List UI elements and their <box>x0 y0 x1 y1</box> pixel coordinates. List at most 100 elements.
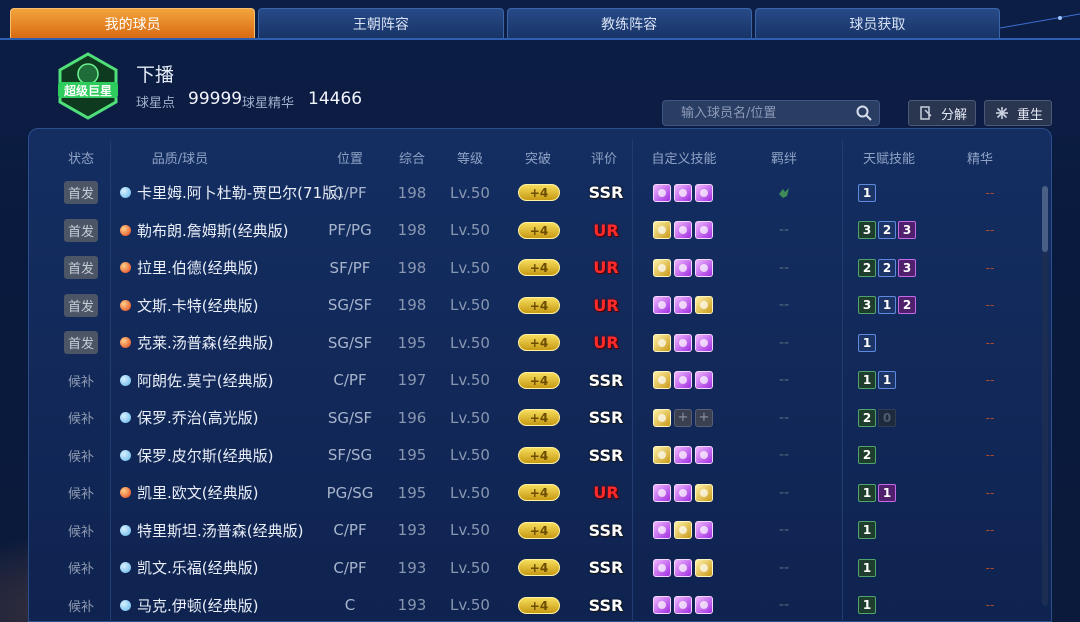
tab-dynasty-lineup[interactable]: 王朝阵容 <box>258 8 504 38</box>
gold-skill-icon[interactable] <box>695 558 713 577</box>
rebirth-button[interactable]: 重生 <box>984 100 1052 126</box>
talent-badge[interactable]: 3 <box>858 221 876 239</box>
search-icon[interactable] <box>856 105 872 121</box>
purple-skill-icon[interactable] <box>653 483 671 502</box>
purple-skill-icon[interactable] <box>695 446 713 464</box>
scrollbar-thumb[interactable] <box>1042 186 1048 252</box>
purple-skill-icon[interactable] <box>674 596 692 614</box>
player-name-cell[interactable]: 特里斯坦.汤普森(经典版) <box>120 512 350 549</box>
purple-skill-icon[interactable] <box>674 483 692 502</box>
table-row[interactable]: 候补 马克.伊顿(经典版) C 193 Lv.50 +4 SSR -- 1 -- <box>40 587 1040 622</box>
purple-skill-icon[interactable] <box>674 258 692 277</box>
talent-badge[interactable]: 1 <box>878 483 896 502</box>
purple-skill-icon[interactable] <box>695 521 713 539</box>
purple-skill-icon[interactable] <box>695 371 713 389</box>
purple-skill-icon[interactable] <box>674 296 692 314</box>
talent-badge[interactable]: 1 <box>878 296 896 314</box>
player-name-cell[interactable]: 拉里.伯德(经典版) <box>120 249 350 286</box>
purple-skill-icon[interactable] <box>695 221 713 239</box>
table-row[interactable]: 首发 文斯.卡特(经典版) SG/SF 198 Lv.50 +4 UR -- 3 1 2 -- <box>40 287 1040 324</box>
gold-skill-icon[interactable] <box>653 408 671 427</box>
talent-badge[interactable]: 1 <box>858 333 876 352</box>
col-position: 位置 <box>336 152 363 167</box>
tab-coach-lineup[interactable]: 教练阵容 <box>506 8 752 38</box>
quality-orb-icon <box>120 262 131 273</box>
gold-skill-icon[interactable] <box>653 333 671 352</box>
talent-badge[interactable]: 2 <box>858 446 876 464</box>
purple-skill-icon[interactable] <box>653 596 671 614</box>
empty-skill-slot-icon[interactable]: + <box>674 408 692 427</box>
talent-badge[interactable]: 0 <box>878 408 896 427</box>
purple-skill-icon[interactable] <box>674 333 692 352</box>
gold-skill-icon[interactable] <box>695 483 713 502</box>
player-position: C/PF <box>333 183 367 202</box>
talent-badge[interactable]: 1 <box>858 596 876 614</box>
purple-skill-icon[interactable] <box>674 371 692 389</box>
player-name-cell[interactable]: 卡里姆.阿卜杜勒-贾巴尔(71版) <box>120 174 350 211</box>
player-name-cell[interactable]: 马克.伊顿(经典版) <box>120 587 350 622</box>
purple-skill-icon[interactable] <box>674 558 692 577</box>
talent-badge[interactable]: 3 <box>898 258 916 277</box>
gold-skill-icon[interactable] <box>695 296 713 314</box>
purple-skill-icon[interactable] <box>674 183 692 202</box>
purple-skill-icon[interactable] <box>674 446 692 464</box>
table-row[interactable]: 首发 勒布朗.詹姆斯(经典版) PF/PG 198 Lv.50 +4 UR -- 3 2 3 -- <box>40 212 1040 249</box>
purple-skill-icon[interactable] <box>674 221 692 239</box>
talent-badge[interactable]: 1 <box>858 558 876 577</box>
player-name-cell[interactable]: 勒布朗.詹姆斯(经典版) <box>120 212 350 249</box>
player-level: Lv.50 <box>450 183 490 202</box>
tab-my-players[interactable]: 我的球员 <box>10 8 256 38</box>
talent-badge[interactable]: 2 <box>878 221 896 239</box>
empty-skill-slot-icon[interactable]: + <box>695 408 713 427</box>
table-row[interactable]: 首发 卡里姆.阿卜杜勒-贾巴尔(71版) C/PF 198 Lv.50 +4 SSR 1 -- <box>40 174 1040 211</box>
purple-skill-icon[interactable] <box>653 296 671 314</box>
talent-badge[interactable]: 2 <box>898 296 916 314</box>
talent-badge[interactable]: 3 <box>898 221 916 239</box>
talent-badge[interactable]: 1 <box>858 521 876 539</box>
table-row[interactable]: 首发 拉里.伯德(经典版) SF/PF 198 Lv.50 +4 UR -- 2 2 3 -- <box>40 249 1040 286</box>
table-row[interactable]: 候补 保罗.皮尔斯(经典版) SF/SG 195 Lv.50 +4 SSR -- 2 -- <box>40 437 1040 474</box>
purple-skill-icon[interactable] <box>653 521 671 539</box>
player-overall: 198 <box>397 183 427 202</box>
talent-badge[interactable]: 1 <box>878 371 896 389</box>
bond-value: -- <box>778 522 790 538</box>
talent-badge[interactable]: 1 <box>858 483 876 502</box>
player-name-cell[interactable]: 阿朗佐.莫宁(经典版) <box>120 362 350 399</box>
player-name-cell[interactable]: 保罗.皮尔斯(经典版) <box>120 437 350 474</box>
decompose-button[interactable]: 分解 <box>908 100 976 126</box>
talent-badge[interactable]: 3 <box>858 296 876 314</box>
purple-skill-icon[interactable] <box>695 596 713 614</box>
purple-skill-icon[interactable] <box>695 333 713 352</box>
talent-badge[interactable]: 2 <box>858 408 876 427</box>
purple-skill-icon[interactable] <box>695 183 713 202</box>
player-name-cell[interactable]: 文斯.卡特(经典版) <box>120 287 350 324</box>
purple-skill-icon[interactable] <box>653 558 671 577</box>
table-row[interactable]: 候补 凯文.乐福(经典版) C/PF 193 Lv.50 +4 SSR -- 1 -- <box>40 549 1040 586</box>
talent-badge[interactable]: 1 <box>858 183 876 202</box>
table-row[interactable]: 首发 克莱.汤普森(经典版) SG/SF 195 Lv.50 +4 UR -- 1 -- <box>40 324 1040 361</box>
search-input[interactable] <box>662 100 880 126</box>
gold-skill-icon[interactable] <box>653 446 671 464</box>
bond-icon[interactable] <box>777 186 791 200</box>
table-row[interactable]: 候补 凯里.欧文(经典版) PG/SG 195 Lv.50 +4 UR -- 1 1 -- <box>40 474 1040 511</box>
player-name-cell[interactable]: 保罗.乔治(高光版) <box>120 399 350 436</box>
gold-skill-icon[interactable] <box>653 371 671 389</box>
player-name-cell[interactable]: 凯里.欧文(经典版) <box>120 474 350 511</box>
status-badge: 首发 <box>60 249 102 286</box>
player-name-cell[interactable]: 凯文.乐福(经典版) <box>120 549 350 586</box>
breakthrough-badge: +4 <box>516 474 562 511</box>
table-row[interactable]: 候补 特里斯坦.汤普森(经典版) C/PF 193 Lv.50 +4 SSR -- 1 -- <box>40 512 1040 549</box>
talent-badge[interactable]: 2 <box>858 258 876 277</box>
purple-skill-icon[interactable] <box>653 183 671 202</box>
talent-badge[interactable]: 2 <box>878 258 896 277</box>
talent-badge[interactable]: 1 <box>858 371 876 389</box>
player-name-cell[interactable]: 克莱.汤普森(经典版) <box>120 324 350 361</box>
purple-skill-icon[interactable] <box>695 258 713 277</box>
gold-skill-icon[interactable] <box>674 521 692 539</box>
table-row[interactable]: 候补 阿朗佐.莫宁(经典版) C/PF 197 Lv.50 +4 SSR -- 1 1 -- <box>40 362 1040 399</box>
gold-skill-icon[interactable] <box>653 258 671 277</box>
gold-skill-icon[interactable] <box>653 221 671 239</box>
status-label: 候补 <box>67 487 94 502</box>
tab-player-acquire[interactable]: 球员获取 <box>754 8 1000 38</box>
table-row[interactable]: 候补 保罗.乔治(高光版) SG/SF 196 Lv.50 +4 SSR + + -- 2 0 -- <box>40 399 1040 436</box>
